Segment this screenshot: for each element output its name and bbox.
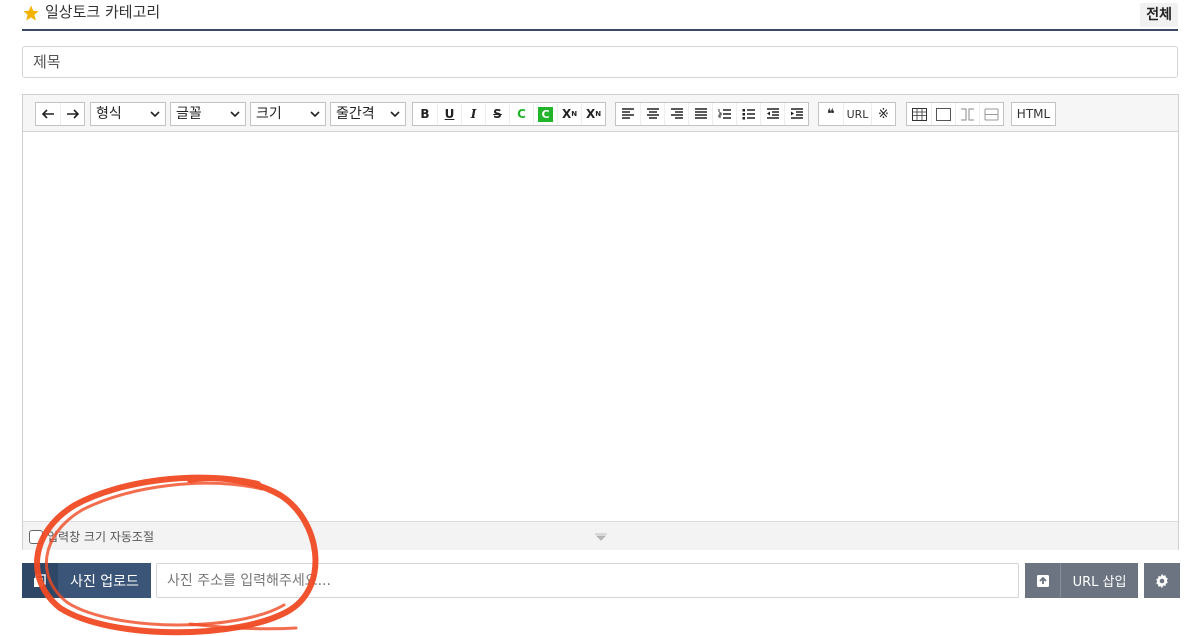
bg-color-label: C [538, 106, 553, 122]
resize-handle-icon[interactable] [595, 533, 607, 541]
align-center-icon [646, 108, 659, 119]
text-style-group: B U I S C C XN XN [412, 102, 606, 126]
underline-button[interactable]: U [437, 103, 461, 125]
html-group: HTML [1011, 102, 1056, 126]
bold-label: B [420, 107, 430, 121]
redo-button[interactable] [60, 103, 84, 125]
format-select[interactable]: 형식 [90, 102, 166, 126]
strike-button[interactable]: S [485, 103, 509, 125]
insert-group: ❝ URL ※ [818, 102, 896, 126]
url-insert-label: URL 삽입 [1072, 575, 1127, 590]
line-height-select-value: 줄간격 [336, 106, 375, 122]
superscript-mark: N [571, 110, 578, 118]
html-button[interactable]: HTML [1012, 103, 1055, 125]
align-left-icon [622, 108, 634, 119]
url-button[interactable]: URL [843, 103, 871, 125]
category-label: 일상토크 카테고리 [45, 3, 161, 21]
url-insert-button[interactable]: URL 삽입 [1061, 563, 1138, 598]
editor-content-area[interactable] [23, 133, 1178, 521]
align-right-button[interactable] [664, 103, 688, 125]
unordered-list-icon [742, 109, 755, 120]
arrow-left-icon [41, 109, 54, 119]
cell-icon [936, 107, 951, 121]
font-select-value: 글꼴 [176, 106, 202, 122]
photo-upload-row: 사진 업로드 URL 삽입 [22, 563, 1180, 598]
special-char-button[interactable]: ※ [871, 103, 895, 125]
italic-label: I [470, 107, 477, 121]
title-input[interactable] [22, 46, 1178, 78]
merge-cells-icon [961, 108, 974, 120]
upload-icon-button[interactable] [22, 563, 58, 598]
indent-icon [790, 108, 803, 119]
table-icon [911, 107, 927, 121]
format-select-value: 형식 [96, 106, 122, 122]
auto-resize-checkbox[interactable] [29, 530, 43, 544]
align-justify-icon [694, 108, 707, 119]
subscript-button[interactable]: XN [581, 103, 605, 125]
align-center-button[interactable] [640, 103, 664, 125]
strike-label: S [493, 107, 502, 121]
rich-text-editor: 형식 글꼴 크기 줄간격 B U I S C C XN XN ❝ URL ※ H… [22, 94, 1179, 550]
all-button[interactable]: 전체 [1140, 3, 1178, 27]
settings-button[interactable] [1144, 563, 1180, 598]
quote-button[interactable]: ❝ [819, 103, 843, 125]
align-left-button[interactable] [616, 103, 640, 125]
quote-label: ❝ [827, 106, 835, 122]
font-color-label: C [517, 107, 526, 121]
subscript-mark: N [595, 110, 602, 118]
arrow-right-icon [67, 109, 79, 119]
size-select-value: 크기 [256, 106, 282, 122]
star-icon [23, 5, 39, 21]
outdent-icon [766, 108, 779, 119]
chevron-down-icon [150, 111, 160, 118]
history-group [35, 102, 85, 126]
superscript-label: X [561, 107, 572, 121]
subscript-label: X [585, 107, 596, 121]
underline-label: U [444, 107, 455, 121]
cell-button[interactable] [931, 103, 955, 125]
editor-toolbar: 형식 글꼴 크기 줄간격 B U I S C C XN XN ❝ URL ※ H… [23, 95, 1178, 132]
chevron-down-icon [230, 111, 240, 118]
outdent-button[interactable] [760, 103, 784, 125]
split-cells-button[interactable] [979, 103, 1003, 125]
table-button[interactable] [907, 103, 931, 125]
bg-color-button[interactable]: C [533, 103, 557, 125]
photo-upload-label: 사진 업로드 [70, 573, 139, 590]
align-justify-button[interactable] [688, 103, 712, 125]
paragraph-group [615, 102, 809, 126]
bold-button[interactable]: B [413, 103, 437, 125]
arrow-up-box-icon [1036, 574, 1049, 587]
line-height-select[interactable]: 줄간격 [330, 102, 406, 126]
size-select[interactable]: 크기 [250, 102, 326, 126]
unordered-list-button[interactable] [736, 103, 760, 125]
superscript-button[interactable]: XN [557, 103, 581, 125]
special-char-label: ※ [878, 106, 889, 122]
italic-button[interactable]: I [461, 103, 485, 125]
table-group [906, 102, 1004, 126]
resize-bar[interactable]: 입력창 크기 자동조절 [23, 521, 1178, 550]
chevron-down-icon [310, 111, 320, 118]
photo-upload-button[interactable]: 사진 업로드 [58, 563, 151, 598]
merge-cells-button[interactable] [955, 103, 979, 125]
ordered-list-button[interactable] [712, 103, 736, 125]
url-upload-icon-button[interactable] [1025, 563, 1061, 598]
image-upload-icon [34, 573, 46, 587]
split-cells-icon [984, 108, 999, 120]
undo-button[interactable] [36, 103, 60, 125]
gear-icon [1156, 573, 1168, 588]
auto-resize-label: 입력창 크기 자동조절 [47, 530, 154, 544]
url-label: URL [846, 107, 869, 121]
ordered-list-icon [718, 109, 731, 119]
chevron-down-icon [390, 111, 400, 118]
image-url-input[interactable] [156, 563, 1019, 598]
font-color-button[interactable]: C [509, 103, 533, 125]
align-right-icon [670, 108, 683, 119]
html-label: HTML [1016, 107, 1051, 121]
category-header: 일상토크 카테고리 전체 [22, 0, 1178, 31]
indent-button[interactable] [784, 103, 808, 125]
font-select[interactable]: 글꼴 [170, 102, 246, 126]
